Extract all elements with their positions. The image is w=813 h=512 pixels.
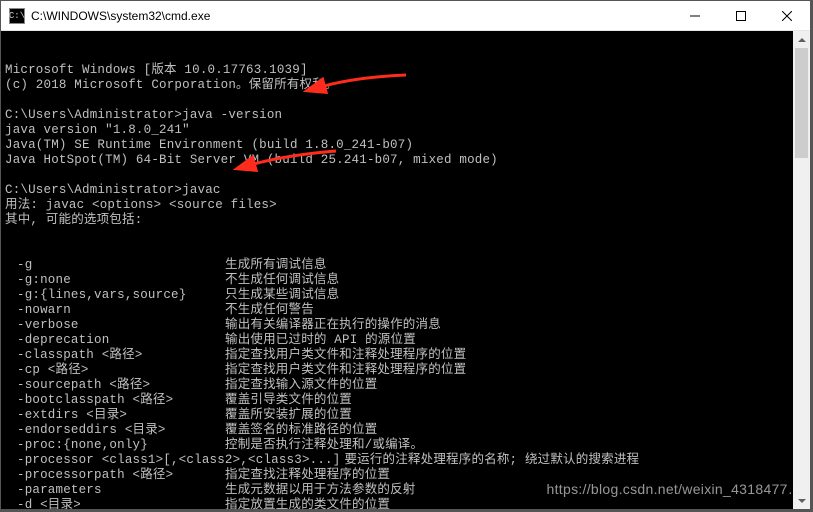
javac-option-desc: 不生成任何调试信息	[225, 273, 339, 288]
javac-option-flag: -endorseddirs <目录>	[5, 423, 225, 438]
javac-option-row: -extdirs <目录>覆盖所安装扩展的位置	[5, 408, 789, 423]
cmd-icon: C:\	[9, 8, 25, 24]
javac-option-desc: 覆盖签名的标准路径的位置	[225, 423, 377, 438]
javac-option-flag: -proc:{none,only}	[5, 438, 225, 453]
javac-option-flag: -d <目录>	[5, 498, 225, 509]
javac-option-row: -endorseddirs <目录>覆盖签名的标准路径的位置	[5, 423, 789, 438]
javac-option-desc: 输出使用已过时的 API 的源位置	[225, 333, 416, 348]
javac-option-desc: 指定放置生成的类文件的位置	[225, 498, 390, 509]
javac-option-desc: 生成所有调试信息	[225, 258, 327, 273]
javac-option-row: -g:none不生成任何调试信息	[5, 273, 789, 288]
scroll-up-button[interactable]	[793, 31, 810, 48]
javac-option-flag: -g	[5, 258, 225, 273]
close-button[interactable]	[764, 1, 810, 31]
window-buttons	[672, 1, 810, 31]
terminal-line: Java HotSpot(TM) 64-Bit Server VM (build…	[5, 153, 789, 168]
javac-option-flag: -parameters	[5, 483, 225, 498]
javac-option-row: -g:{lines,vars,source}只生成某些调试信息	[5, 288, 789, 303]
javac-option-flag: -processorpath <路径>	[5, 468, 225, 483]
watermark-text: https://blog.csdn.net/weixin_4318477…	[547, 481, 802, 497]
vertical-scrollbar[interactable]	[793, 31, 810, 509]
terminal-output[interactable]: Microsoft Windows [版本 10.0.17763.1039](c…	[1, 31, 793, 509]
javac-option-row: -verbose输出有关编译器正在执行的操作的消息	[5, 318, 789, 333]
javac-option-desc: 指定查找输入源文件的位置	[225, 378, 377, 393]
javac-option-flag: -extdirs <目录>	[5, 408, 225, 423]
terminal-line: (c) 2018 Microsoft Corporation。保留所有权利。	[5, 78, 789, 93]
javac-option-row: -g生成所有调试信息	[5, 258, 789, 273]
javac-option-desc: 覆盖引导类文件的位置	[225, 393, 352, 408]
javac-option-desc: 输出有关编译器正在执行的操作的消息	[225, 318, 441, 333]
javac-option-flag: -bootclasspath <路径>	[5, 393, 225, 408]
scroll-track[interactable]	[793, 48, 810, 492]
scroll-thumb[interactable]	[795, 48, 808, 158]
terminal-line: Microsoft Windows [版本 10.0.17763.1039]	[5, 63, 789, 78]
javac-option-row: -sourcepath <路径>指定查找输入源文件的位置	[5, 378, 789, 393]
javac-option-desc: 覆盖所安装扩展的位置	[225, 408, 352, 423]
cmd-window: C:\ C:\WINDOWS\system32\cmd.exe Microsof…	[0, 0, 811, 510]
terminal-line: Java(TM) SE Runtime Environment (build 1…	[5, 138, 789, 153]
javac-option-row: -proc:{none,only}控制是否执行注释处理和/或编译。	[5, 438, 789, 453]
javac-option-desc: 不生成任何警告	[225, 303, 314, 318]
javac-option-desc: 只生成某些调试信息	[225, 288, 339, 303]
terminal-line: 用法: javac <options> <source files>	[5, 198, 789, 213]
javac-option-desc: 指定查找用户类文件和注释处理程序的位置	[225, 363, 466, 378]
javac-option-flag: -sourcepath <路径>	[5, 378, 225, 393]
javac-option-flag: -classpath <路径>	[5, 348, 225, 363]
javac-option-desc: 生成元数据以用于方法参数的反射	[225, 483, 416, 498]
javac-option-row: -bootclasspath <路径>覆盖引导类文件的位置	[5, 393, 789, 408]
javac-option-flag: -processor <class1>[,<class2>,<class3>..…	[5, 453, 340, 468]
javac-option-row: -nowarn不生成任何警告	[5, 303, 789, 318]
javac-option-flag: -deprecation	[5, 333, 225, 348]
javac-option-row: -cp <路径>指定查找用户类文件和注释处理程序的位置	[5, 363, 789, 378]
javac-option-row: -d <目录>指定放置生成的类文件的位置	[5, 498, 789, 509]
maximize-button[interactable]	[718, 1, 764, 31]
javac-option-desc: 控制是否执行注释处理和/或编译。	[225, 438, 423, 453]
javac-option-row: -processor <class1>[,<class2>,<class3>..…	[5, 453, 789, 468]
javac-option-desc: 指定查找用户类文件和注释处理程序的位置	[225, 348, 466, 363]
javac-option-flag: -g:{lines,vars,source}	[5, 288, 225, 303]
window-title: C:\WINDOWS\system32\cmd.exe	[31, 9, 672, 23]
titlebar[interactable]: C:\ C:\WINDOWS\system32\cmd.exe	[1, 1, 810, 31]
javac-option-desc: 指定查找注释处理程序的位置	[225, 468, 390, 483]
javac-option-flag: -g:none	[5, 273, 225, 288]
javac-option-row: -deprecation输出使用已过时的 API 的源位置	[5, 333, 789, 348]
javac-option-row: -classpath <路径>指定查找用户类文件和注释处理程序的位置	[5, 348, 789, 363]
javac-option-flag: -cp <路径>	[5, 363, 225, 378]
javac-option-desc: 要运行的注释处理程序的名称; 绕过默认的搜索进程	[340, 453, 639, 468]
terminal-line: java version "1.8.0_241"	[5, 123, 789, 138]
terminal-line: 其中, 可能的选项包括:	[5, 213, 789, 228]
javac-option-flag: -nowarn	[5, 303, 225, 318]
terminal-line: C:\Users\Administrator>java -version	[5, 108, 789, 123]
javac-option-flag: -verbose	[5, 318, 225, 333]
minimize-button[interactable]	[672, 1, 718, 31]
terminal-line: C:\Users\Administrator>javac	[5, 183, 789, 198]
terminal-line	[5, 93, 789, 108]
terminal-line	[5, 168, 789, 183]
